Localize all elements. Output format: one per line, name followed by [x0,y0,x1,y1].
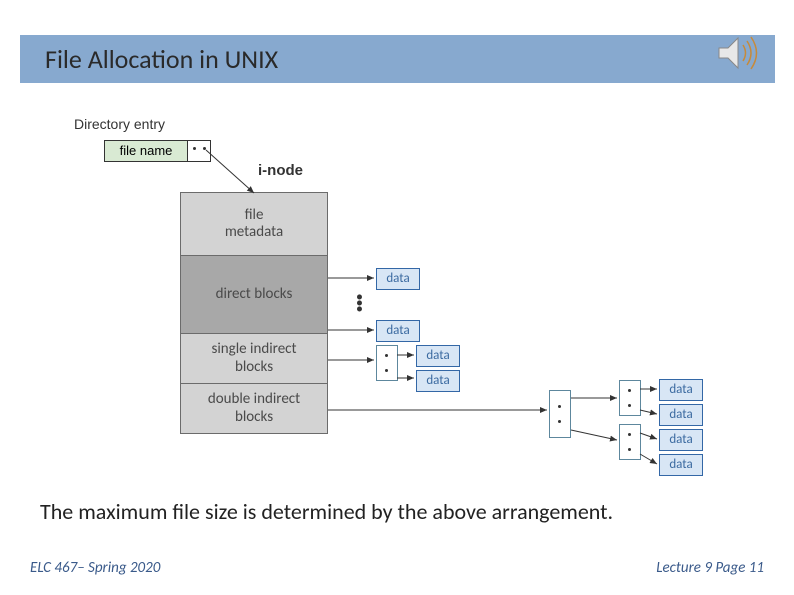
file-name-box: file name [104,140,188,162]
inode-label: i-node [258,162,303,179]
inode-double-l2: blocks [181,409,327,426]
inode-metadata-section: file metadata [180,192,328,256]
indirect-pointer-block [619,424,641,460]
inode-metadata-l1: file [181,207,327,224]
inode-direct-label: direct blocks [181,286,327,303]
footer-left: ELC 467– Spring 2020 [30,559,160,577]
dir-entry-pointer [187,140,211,162]
data-block: data [416,345,460,367]
data-block: data [376,320,420,342]
indirect-pointer-block [549,390,571,438]
audio-speaker-icon [714,28,764,78]
data-block: data [659,404,703,426]
data-block: data [416,370,460,392]
pointer-dot [193,147,196,150]
body-text: The maximum file size is determined by t… [40,498,613,525]
pointer-dot [203,147,206,150]
title-bar: File Allocation in UNIX [20,35,775,83]
data-block: data [376,268,420,290]
inode-structure: file metadata direct blocks single indir… [180,192,328,434]
inode-double-indirect-section: double indirect blocks [180,384,328,434]
inode-single-indirect-section: single indirect blocks [180,334,328,384]
inode-double-l1: double indirect [181,391,327,408]
data-block: data [659,379,703,401]
inode-single-l1: single indirect [181,341,327,358]
slide-title: File Allocation in UNIX [20,43,278,75]
vertical-dots: ••• [356,294,363,312]
inode-direct-section: direct blocks [180,256,328,334]
indirect-pointer-block [619,380,641,416]
indirect-pointer-block [376,345,398,381]
inode-single-l2: blocks [181,359,327,376]
data-block: data [659,454,703,476]
directory-entry-label: Directory entry [74,116,165,132]
footer-right: Lecture 9 Page 11 [656,559,764,577]
data-block: data [659,429,703,451]
inode-metadata-l2: metadata [181,224,327,241]
